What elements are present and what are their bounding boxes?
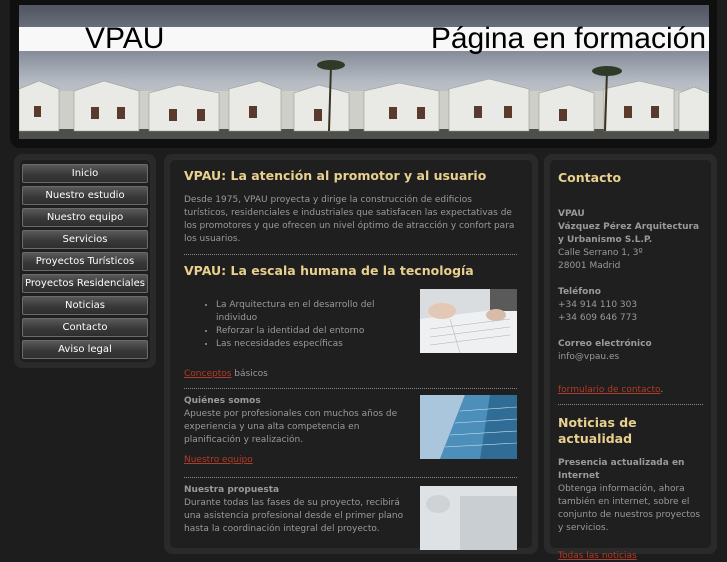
planning-image [420, 486, 517, 550]
glass-building-image [420, 395, 517, 459]
address-line-1: Calle Serrano 1, 3º [558, 248, 643, 258]
phone-number-1: +34 914 110 303 [558, 300, 638, 310]
menu-item-aviso-legal[interactable]: Aviso legal [22, 340, 148, 359]
news-title: Noticias de actualidad [558, 415, 637, 446]
news-item-text: Obtenga información, ahora también en in… [558, 484, 701, 533]
company-block: VPAU Vázquez Pérez Arquitectura y Urbani… [558, 208, 703, 273]
nav-panel: Inicio Nuestro estudio Nuestro equipo Se… [14, 154, 156, 368]
sidebar-panel: Contacto VPAU Vázquez Pérez Arquitectura… [544, 154, 717, 561]
menu-item-noticias[interactable]: Noticias [22, 296, 148, 315]
news-item: Presencia actualizada en Internet Obteng… [558, 457, 703, 535]
section-divider [184, 477, 517, 478]
section-divider [184, 254, 517, 255]
section-title-escala-humana: VPAU: La escala humana de la tecnología [184, 263, 474, 278]
company-short-name: VPAU [558, 209, 585, 219]
phone-block: Teléfono +34 914 110 303 +34 609 646 773 [558, 286, 703, 325]
menu-item-nuestro-estudio[interactable]: Nuestro estudio [22, 186, 148, 205]
proposal-block: Nuestra propuesta Durante todas las fase… [184, 484, 517, 550]
menu-item-inicio[interactable]: Inicio [22, 164, 148, 183]
who-title: Quiénes somos [184, 396, 261, 406]
sidebar-content: Contacto VPAU Vázquez Pérez Arquitectura… [558, 170, 703, 562]
section-divider [184, 388, 517, 389]
concepts-link-line: Conceptos básicos [184, 361, 517, 380]
address-line-2: 28001 Madrid [558, 261, 621, 271]
news-item-title: Presencia actualizada en Internet [558, 458, 685, 481]
section-divider [558, 404, 703, 405]
phone-label: Teléfono [558, 287, 601, 297]
who-text-block: Quiénes somos Apueste por profesionales … [184, 395, 404, 466]
blueprint-hands-image [420, 289, 517, 353]
menu-item-nuestro-equipo[interactable]: Nuestro equipo [22, 208, 148, 227]
menu-item-servicios[interactable]: Servicios [22, 230, 148, 249]
email-address: info@vpau.es [558, 352, 620, 362]
site-logo-text: VPAU [85, 22, 165, 55]
phone-number-2: +34 609 646 773 [558, 313, 638, 323]
email-label: Correo electrónico [558, 339, 652, 349]
concepts-list: La Arquitectura en el desarrollo del ind… [184, 299, 396, 351]
contact-form-link[interactable]: formulario de contacto [558, 385, 660, 395]
header-photo: VPAU Página en formación [19, 5, 709, 139]
who-block: Quiénes somos Apueste por profesionales … [184, 395, 517, 469]
intro-text: Desde 1975, VPAU proyecta y dirige la co… [184, 195, 515, 244]
contact-title: Contacto [558, 170, 622, 185]
company-full-name: Vázquez Pérez Arquitectura y Urbanismo S… [558, 222, 700, 245]
concepts-link[interactable]: Conceptos [184, 369, 231, 379]
main-menu: Inicio Nuestro estudio Nuestro equipo Se… [22, 164, 148, 362]
menu-item-proyectos-turisticos[interactable]: Proyectos Turísticos [22, 252, 148, 271]
team-link[interactable]: Nuestro equipo [184, 455, 253, 465]
contact-form-line: formulario de contacto. [558, 377, 703, 396]
contact-form-suffix: . [660, 385, 664, 395]
list-item: La Arquitectura en el desarrollo del ind… [216, 299, 396, 325]
list-item: Reforzar la identidad del entorno [216, 325, 396, 338]
main-content: VPAU: La atención al promotor y al usuar… [184, 168, 517, 550]
proposal-text: Durante todas las fases de su proyecto, … [184, 498, 404, 534]
section-title-atencion: VPAU: La atención al promotor y al usuar… [184, 168, 487, 183]
proposal-text-block: Nuestra propuesta Durante todas las fase… [184, 484, 406, 536]
menu-item-proyectos-residenciales[interactable]: Proyectos Residenciales [22, 274, 148, 293]
concepts-link-suffix: básicos [231, 369, 268, 379]
who-text: Apueste por profesionales con muchos año… [184, 409, 398, 445]
menu-item-contacto[interactable]: Contacto [22, 318, 148, 337]
header-buildings-image [19, 60, 709, 139]
email-block: Correo electrónico info@vpau.es [558, 338, 703, 364]
main-panel: VPAU: La atención al promotor y al usuar… [164, 154, 538, 554]
news-link-line: Todas las noticias [558, 543, 703, 562]
proposal-title: Nuestra propuesta [184, 485, 280, 495]
all-news-link[interactable]: Todas las noticias [558, 551, 637, 561]
page-status-title: Página en formación [430, 22, 706, 55]
concepts-block: La Arquitectura en el desarrollo del ind… [184, 283, 517, 363]
site-header: VPAU Página en formación [10, 0, 717, 148]
list-item: Las necesidades específicas [216, 338, 396, 351]
